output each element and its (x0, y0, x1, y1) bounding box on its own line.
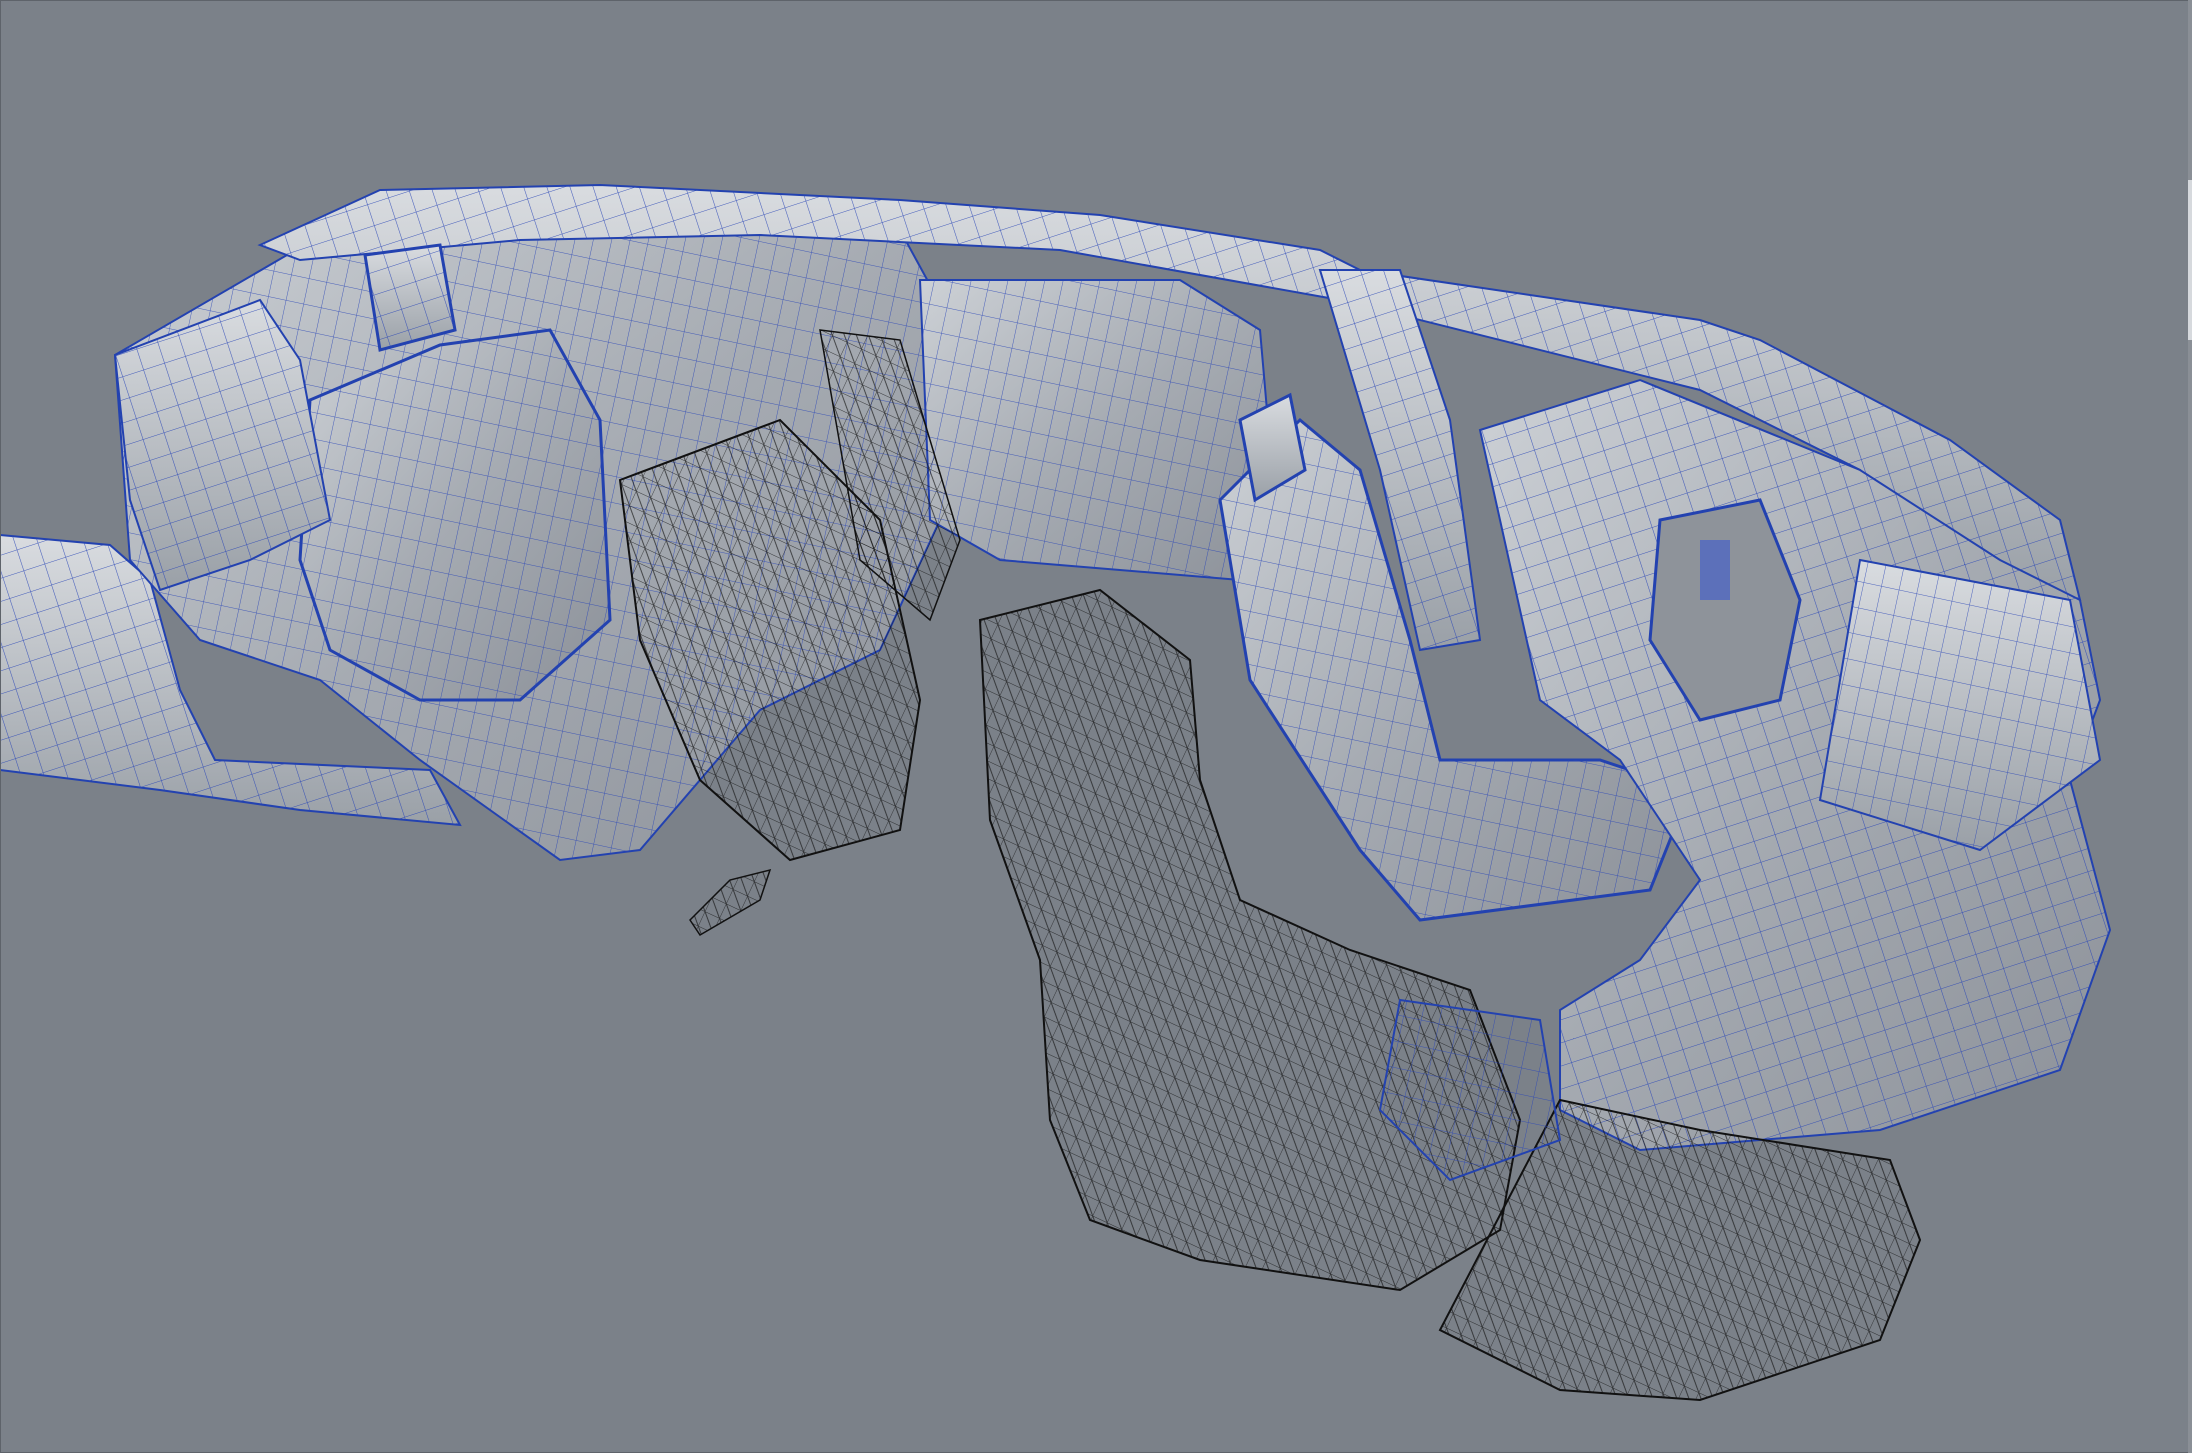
driver-seat-wireframe (978, 588, 1522, 1292)
vehicle-interior-model[interactable] (0, 0, 2192, 1453)
scrollbar-thumb[interactable] (2188, 180, 2192, 340)
viewport-scrollbar[interactable] (2188, 0, 2192, 1453)
3d-viewport[interactable] (0, 0, 2192, 1453)
floating-fragment (689, 868, 772, 937)
